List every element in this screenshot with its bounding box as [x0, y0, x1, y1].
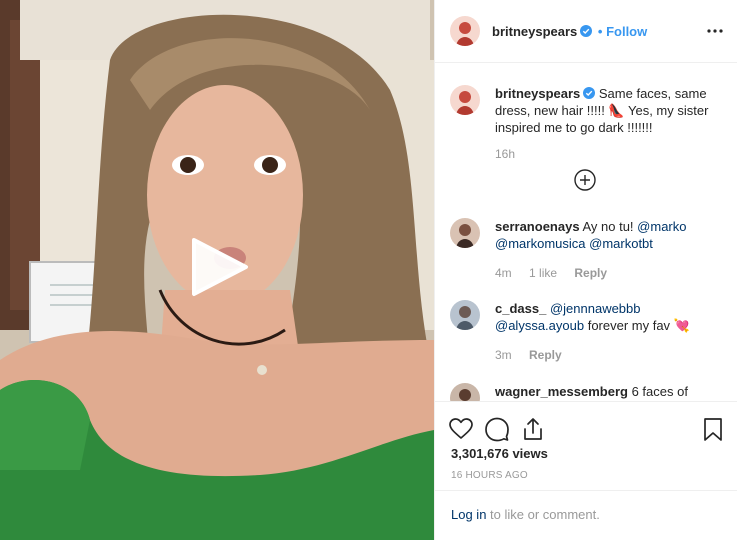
share-icon[interactable]	[520, 416, 546, 442]
mention-link[interactable]: @markomusica	[495, 236, 586, 251]
plus-circle-icon[interactable]	[573, 168, 597, 192]
verified-badge-icon	[583, 87, 596, 99]
post-sidebar: britneyspears • Follow britneyspears Sam…	[434, 0, 737, 540]
comment-username[interactable]: serranoenays	[495, 219, 580, 234]
mention-link[interactable]: @jennnawebbb	[550, 301, 641, 316]
comment-item: serranoenays Ay no tu! @marko @markomusi…	[449, 216, 734, 288]
comment-username[interactable]: wagner_messemberg	[495, 384, 628, 399]
verified-badge-icon	[580, 25, 593, 37]
login-suffix: to like or comment.	[490, 507, 600, 522]
follow-button[interactable]: Follow	[606, 24, 647, 39]
comment-text-block: serranoenays Ay no tu! @marko @markomusi…	[495, 218, 731, 252]
comment-meta: 4m 1 like Reply	[495, 266, 621, 280]
avatar[interactable]	[450, 218, 480, 248]
comments-list[interactable]: britneyspears Same faces, same dress, ne…	[435, 63, 737, 401]
post-header: britneyspears • Follow	[435, 0, 737, 63]
views-count[interactable]: 3,301,676 views	[451, 446, 548, 461]
comment-icon[interactable]	[484, 416, 510, 442]
comment-text: 6 faces of	[631, 384, 688, 399]
comment-text: forever my fav 💘	[587, 318, 690, 333]
comment-text: Ay no tu!	[582, 219, 634, 234]
comment-username[interactable]: c_dass_	[495, 301, 546, 316]
reply-button[interactable]: Reply	[574, 266, 607, 280]
avatar[interactable]	[450, 85, 480, 115]
login-link[interactable]: Log in	[451, 507, 486, 522]
reply-button[interactable]: Reply	[529, 348, 562, 362]
heart-icon[interactable]	[448, 416, 474, 442]
avatar[interactable]	[450, 300, 480, 330]
three-dots-icon[interactable]	[706, 22, 724, 40]
comment-time[interactable]: 4m	[495, 266, 512, 280]
comment-item: c_dass_ @jennnawebbb @alyssa.ayoub forev…	[449, 298, 734, 370]
comment-likes[interactable]: 1 like	[529, 266, 557, 280]
mention-link[interactable]: @markotbt	[589, 236, 653, 251]
login-prompt: Log in to like or comment.	[451, 507, 600, 522]
mention-link[interactable]: @marko	[637, 219, 686, 234]
caption-text-block: britneyspears Same faces, same dress, ne…	[495, 85, 731, 136]
post-timestamp[interactable]: 16 HOURS AGO	[451, 470, 528, 481]
comment-item: wagner_messemberg 6 faces of	[449, 381, 734, 401]
post-actions: 3,301,676 views 16 HOURS AGO Log in to l…	[435, 401, 737, 538]
post-media-video[interactable]	[0, 0, 434, 540]
mention-link[interactable]: @alyssa.ayoub	[495, 318, 584, 333]
caption-username[interactable]: britneyspears	[495, 86, 580, 101]
header-user-line: britneyspears • Follow	[492, 24, 647, 39]
play-icon[interactable]	[190, 236, 250, 298]
bookmark-icon[interactable]	[700, 416, 726, 442]
comment-text-block: wagner_messemberg 6 faces of	[495, 383, 731, 400]
avatar[interactable]	[450, 383, 480, 401]
comment-time[interactable]: 3m	[495, 348, 512, 362]
comment-text-block: c_dass_ @jennnawebbb @alyssa.ayoub forev…	[495, 300, 731, 334]
caption-time[interactable]: 16h	[495, 147, 515, 161]
comment-meta: 3m Reply	[495, 348, 576, 362]
login-bar: Log in to like or comment.	[435, 490, 737, 539]
follow-separator: •	[597, 24, 603, 39]
avatar[interactable]	[450, 16, 480, 46]
header-username[interactable]: britneyspears	[492, 24, 577, 39]
